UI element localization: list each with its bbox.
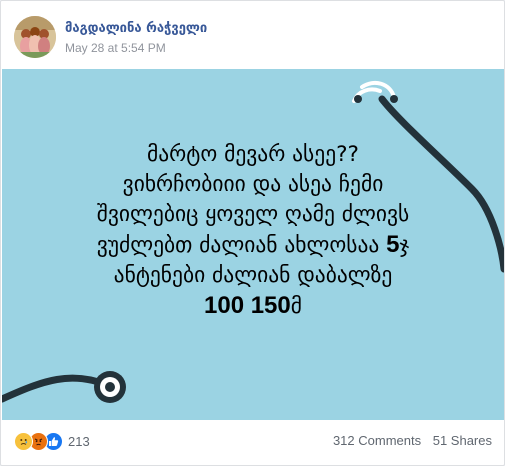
caption-text: ვუძლებთ ძალიან ახლოსაა <box>96 233 387 258</box>
caption-unit: ჯ <box>399 233 410 258</box>
post-timestamp[interactable]: May 28 at 5:54 PM <box>65 41 166 55</box>
author-name[interactable]: მაგდალინა რაჭველი <box>65 21 207 36</box>
caption-line: შვილებიც ყოველ ღამე ძლივს <box>96 202 410 227</box>
post-card: მაგდალინა რაჭველი May 28 at 5:54 PM მარტ… <box>0 0 505 466</box>
shares-link[interactable]: 51 Shares <box>433 433 492 448</box>
caption-line: ანტენები ძალიან დაბალზე <box>113 263 393 288</box>
caption-line: ვიხრჩობიიი და ასეა ჩემი <box>122 172 384 197</box>
reactions-summary[interactable]: 213 <box>14 431 90 451</box>
post-header: მაგდალინა რაჭველი May 28 at 5:54 PM <box>1 1 504 69</box>
image-caption: მარტო მევარ ასეე?? ვიხრჩობიიი და ასეა ჩე… <box>2 140 504 322</box>
avatar[interactable] <box>14 16 56 58</box>
reaction-count[interactable]: 213 <box>68 434 90 449</box>
post-footer: 213 312 Comments 51 Shares <box>1 420 504 465</box>
profile-photo-icon <box>14 16 56 58</box>
caption-unit: მ <box>290 294 302 319</box>
caption-number: 5 <box>386 231 400 258</box>
caption-number: 100 150 <box>204 292 291 319</box>
comments-link[interactable]: 312 Comments <box>333 433 421 448</box>
caption-line: ვუძლებთ ძალიან ახლოსაა 5ჯ <box>2 230 504 261</box>
post-image[interactable]: მარტო მევარ ასეე?? ვიხრჩობიიი და ასეა ჩე… <box>2 69 504 420</box>
caption-line: 100 150მ <box>2 291 504 322</box>
caption-line: მარტო მევარ ასეე?? <box>147 142 359 167</box>
engagement-stats: 312 Comments 51 Shares <box>333 433 492 448</box>
sad-reaction-icon[interactable] <box>14 431 33 451</box>
